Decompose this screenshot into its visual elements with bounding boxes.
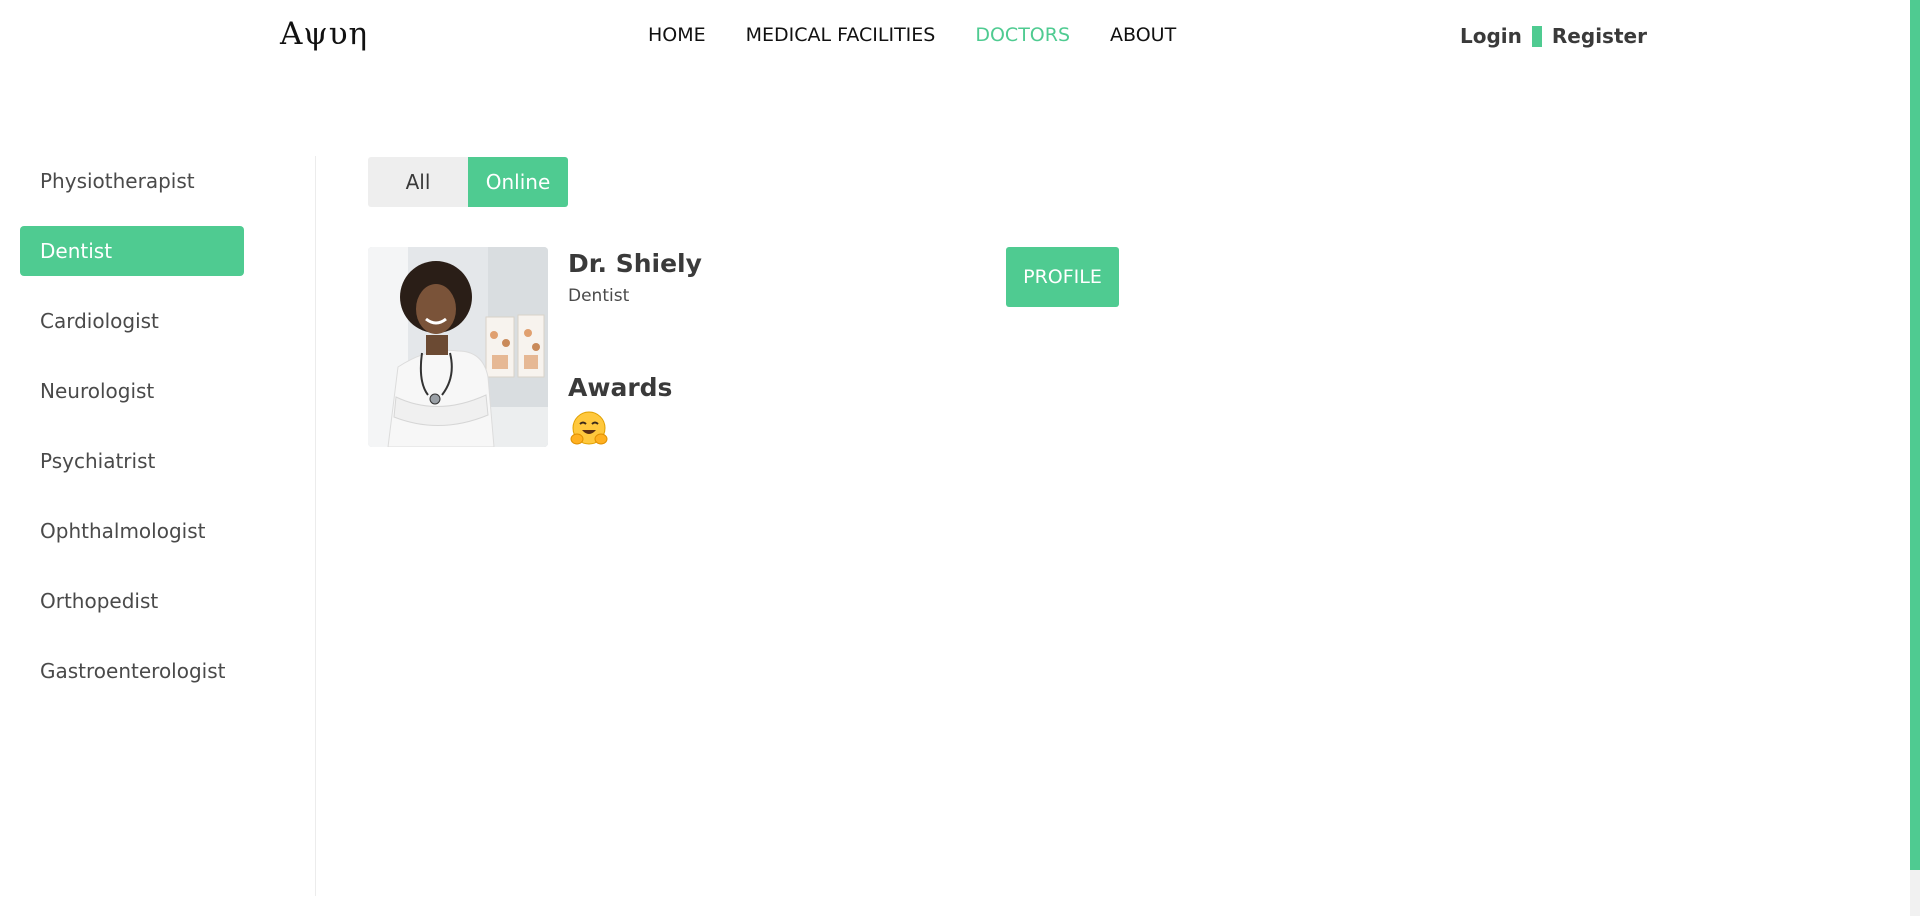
sidebar-item-physiotherapist[interactable]: Physiotherapist: [20, 156, 244, 206]
sidebar-item-cardiologist[interactable]: Cardiologist: [20, 296, 244, 346]
doctor-specialty: Dentist: [568, 286, 630, 306]
sidebar-item-neurologist[interactable]: Neurologist: [20, 366, 244, 416]
register-link[interactable]: Register: [1552, 24, 1647, 48]
filter-online-button[interactable]: Online: [468, 157, 568, 207]
awards-heading: Awards: [568, 373, 673, 402]
sidebar-item-psychiatrist[interactable]: Psychiatrist: [20, 436, 244, 486]
sidebar-item-gastroenterologist[interactable]: Gastroenterologist: [20, 646, 244, 696]
nav-about[interactable]: ABOUT: [1110, 24, 1176, 46]
sidebar-item-ophthalmologist[interactable]: Ophthalmologist: [20, 506, 244, 556]
main-nav: HOME MEDICAL FACILITIES DOCTORS ABOUT: [648, 24, 1216, 46]
specialty-sidebar: Physiotherapist Dentist Cardiologist Neu…: [0, 156, 316, 896]
login-link[interactable]: Login: [1460, 24, 1522, 48]
page-scrollbar-thumb[interactable]: [1910, 0, 1920, 870]
doctor-photo: [368, 247, 548, 447]
nav-doctors[interactable]: DOCTORS: [975, 24, 1070, 46]
page-scrollbar-track[interactable]: [1910, 870, 1920, 916]
doctor-portrait-illustration: [368, 247, 548, 447]
auth-separator: [1531, 25, 1542, 47]
nav-home[interactable]: HOME: [648, 24, 706, 46]
availability-filter: All Online: [368, 157, 568, 207]
site-logo[interactable]: Αψυη: [280, 16, 368, 52]
sidebar-item-dentist[interactable]: Dentist: [20, 226, 244, 276]
doctor-name: Dr. Shiely: [568, 249, 702, 278]
top-header: Αψυη HOME MEDICAL FACILITIES DOCTORS ABO…: [0, 0, 1910, 76]
nav-medical-facilities[interactable]: MEDICAL FACILITIES: [746, 24, 936, 46]
sidebar-item-orthopedist[interactable]: Orthopedist: [20, 576, 244, 626]
hugging-face-emoji-icon: [570, 411, 608, 447]
auth-links: Login Register: [1460, 24, 1647, 48]
profile-button[interactable]: PROFILE: [1006, 247, 1119, 307]
filter-all-button[interactable]: All: [368, 157, 468, 207]
